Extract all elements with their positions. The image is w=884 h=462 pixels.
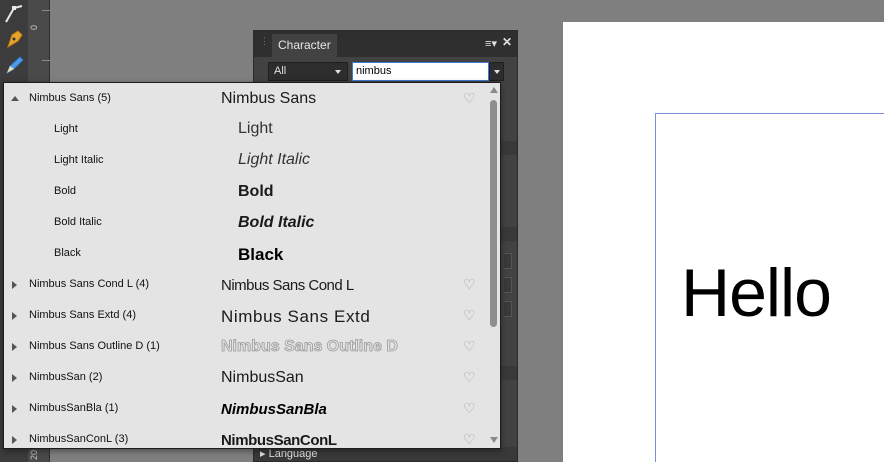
font-name: NimbusSanConL (3) xyxy=(29,433,129,445)
expand-triangle-icon[interactable] xyxy=(12,281,17,289)
font-name: Black xyxy=(54,247,81,259)
font-preview: Nimbus Sans Outline D xyxy=(221,338,399,356)
expand-triangle-icon[interactable] xyxy=(12,436,17,444)
font-preview: Light Italic xyxy=(238,151,311,168)
heart-icon[interactable]: ♡ xyxy=(463,91,476,105)
font-preview: NimbusSanConL xyxy=(221,432,337,449)
font-family-row[interactable]: NimbusSan (2) NimbusSan ♡ xyxy=(4,362,484,393)
heart-icon[interactable]: ♡ xyxy=(463,401,476,415)
list-scrollbar[interactable] xyxy=(485,83,500,448)
document-canvas[interactable]: Hello xyxy=(563,22,884,462)
font-name: Nimbus Sans (5) xyxy=(29,92,111,104)
ruler-label: 20 xyxy=(29,449,39,460)
panel-control[interactable] xyxy=(504,277,512,293)
pencil-tool-icon[interactable] xyxy=(2,54,26,78)
font-family-row[interactable]: Nimbus Sans Outline D (1) Nimbus Sans Ou… xyxy=(4,331,484,362)
font-family-row[interactable]: Nimbus Sans (5) Nimbus Sans ♡ xyxy=(4,83,484,114)
panel-control[interactable] xyxy=(504,301,512,317)
tab-character[interactable]: Character xyxy=(272,34,337,57)
font-name: Bold Italic xyxy=(54,216,102,228)
heart-icon[interactable]: ♡ xyxy=(463,339,476,353)
pen-tool-icon[interactable] xyxy=(2,27,26,51)
font-list-dropdown[interactable]: Nimbus Sans (5) Nimbus Sans ♡ Light Ligh… xyxy=(3,82,501,449)
language-label: Language xyxy=(268,448,318,460)
scroll-down-icon[interactable] xyxy=(490,437,498,443)
chevron-down-icon xyxy=(335,70,341,74)
expand-triangle-icon[interactable] xyxy=(12,343,17,351)
heart-icon[interactable]: ♡ xyxy=(463,432,476,446)
font-style-row[interactable]: Light Italic Light Italic xyxy=(4,145,484,176)
font-style-row[interactable]: Light Light xyxy=(4,114,484,145)
heart-icon[interactable]: ♡ xyxy=(463,308,476,322)
language-section[interactable]: ▸ Language xyxy=(254,447,517,461)
expand-triangle-icon[interactable] xyxy=(12,405,17,413)
font-name: Nimbus Sans Cond L (4) xyxy=(29,278,150,290)
panel-header: ⋮⋮ Character ≡▾ ✕ xyxy=(254,31,517,57)
font-name: Light xyxy=(54,123,78,135)
font-family-row[interactable]: Nimbus Sans Extd (4) Nimbus Sans Extd ♡ xyxy=(4,300,484,331)
font-preview: Bold Italic xyxy=(238,214,315,231)
font-style-row[interactable]: Bold Italic Bold Italic xyxy=(4,207,484,238)
font-family-row[interactable]: NimbusSanBla (1) NimbusSanBla ♡ xyxy=(4,393,484,424)
heart-icon[interactable]: ♡ xyxy=(463,277,476,291)
font-preview: Nimbus Sans xyxy=(221,90,317,107)
heart-icon[interactable]: ♡ xyxy=(463,370,476,384)
font-name: Nimbus Sans Extd (4) xyxy=(29,309,136,321)
font-preview: Bold xyxy=(238,183,274,200)
font-search-input[interactable]: nimbus xyxy=(352,62,489,81)
font-preview: Nimbus Sans Extd xyxy=(221,307,371,326)
font-name: NimbusSan (2) xyxy=(29,371,103,383)
font-family-row[interactable]: Nimbus Sans Cond L (4) Nimbus Sans Cond … xyxy=(4,269,484,300)
expand-triangle-icon[interactable] xyxy=(12,312,17,320)
font-name: NimbusSanBla (1) xyxy=(29,402,119,414)
font-collection-select[interactable]: All xyxy=(268,62,348,81)
chevron-down-icon xyxy=(494,70,500,74)
collection-value: All xyxy=(274,65,287,77)
font-preview: NimbusSanBla xyxy=(221,401,327,418)
grip-icon[interactable]: ⋮⋮ xyxy=(260,37,278,49)
font-preview: Light xyxy=(238,120,273,137)
document-text[interactable]: Hello xyxy=(681,254,832,332)
scroll-thumb[interactable] xyxy=(490,100,497,327)
font-style-row[interactable]: Black Black xyxy=(4,238,484,269)
font-name: Nimbus Sans Outline D (1) xyxy=(29,340,160,352)
font-preview: Black xyxy=(238,245,284,264)
panel-control[interactable] xyxy=(504,253,512,269)
node-tool-icon[interactable] xyxy=(2,2,26,26)
font-name: Light Italic xyxy=(54,154,104,166)
font-name: Bold xyxy=(54,185,77,197)
font-dropdown-toggle[interactable] xyxy=(489,62,504,81)
collapse-triangle-icon[interactable] xyxy=(11,96,19,101)
font-style-row[interactable]: Bold Bold xyxy=(4,176,484,207)
font-preview: Nimbus Sans Cond L xyxy=(221,277,354,294)
scroll-up-icon[interactable] xyxy=(490,87,498,93)
expand-triangle-icon[interactable] xyxy=(12,374,17,382)
font-preview: NimbusSan xyxy=(221,369,304,386)
ruler-label: 0 xyxy=(29,24,39,30)
close-icon[interactable]: ✕ xyxy=(502,35,512,49)
font-family-row[interactable]: NimbusSanConL (3) NimbusSanConL ♡ xyxy=(4,424,484,449)
panel-menu-icon[interactable]: ≡▾ xyxy=(485,37,497,50)
